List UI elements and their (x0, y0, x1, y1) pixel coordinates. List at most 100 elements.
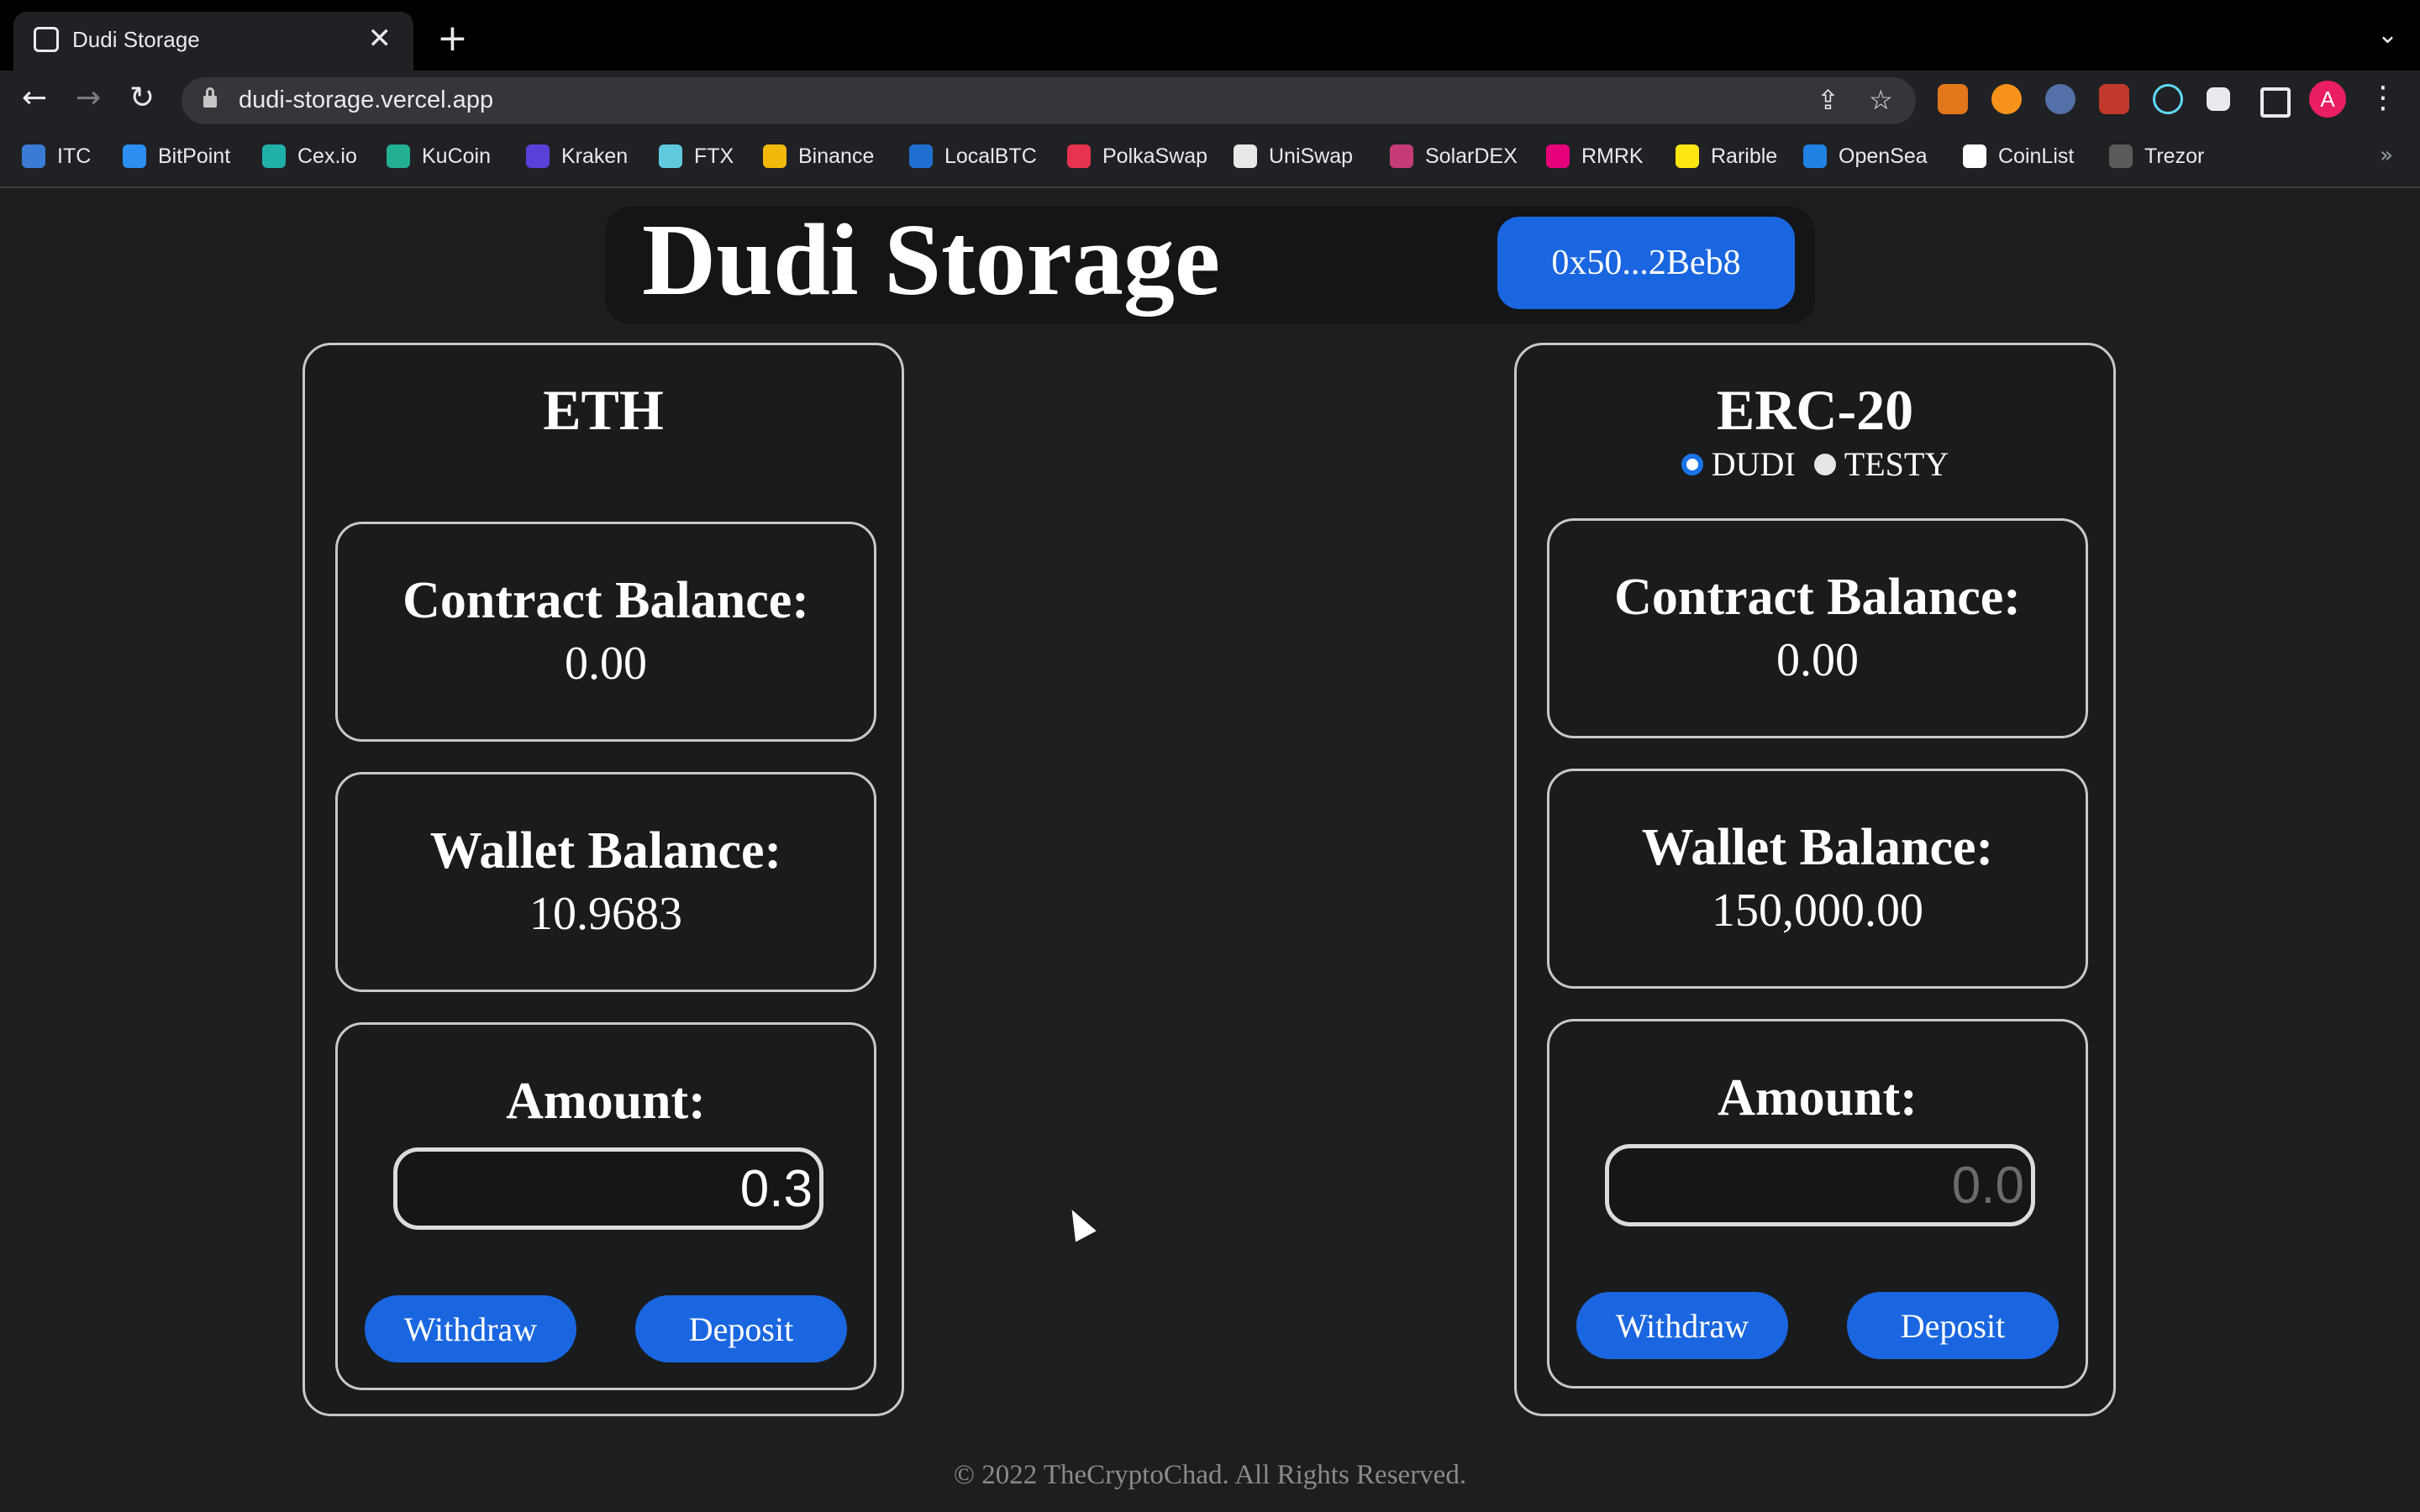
bookmark-label: KuCoin (422, 144, 491, 168)
eth-withdraw-button[interactable]: Withdraw (365, 1295, 576, 1362)
react-devtools-icon[interactable] (2153, 84, 2183, 114)
bookmark-label: RMRK (1581, 144, 1644, 168)
new-tab-icon[interactable]: + (437, 17, 468, 60)
bookmark-favicon-icon (659, 144, 682, 168)
bookmark-label: PolkaSwap (1102, 144, 1208, 168)
erc20-withdraw-button[interactable]: Withdraw (1576, 1292, 1788, 1359)
bookmark-label: UniSwap (1269, 144, 1354, 168)
bookmark-trezor[interactable]: Trezor (2109, 143, 2204, 170)
bookmark-label: Binance (798, 144, 875, 168)
erc20-panel: ERC-20 DUDI TESTY Contract Balance: 0.00… (1514, 343, 2116, 1416)
side-panel-icon[interactable] (2260, 87, 2291, 118)
dudi-radio[interactable] (1681, 453, 1703, 475)
bookmark-ftx[interactable]: FTX (659, 143, 734, 170)
wallet-balance-label: Wallet Balance: (1641, 819, 1994, 876)
bitcoin-extension-icon[interactable] (1991, 84, 2022, 114)
bookmark-label: Trezor (2144, 144, 2205, 168)
reload-icon[interactable]: ↻ (129, 81, 155, 115)
erc20-wallet-balance-value: 150,000.00 (1712, 885, 1923, 937)
bookmark-label: Cex.io (297, 144, 357, 168)
amount-label: Amount: (506, 1073, 706, 1130)
close-tab-icon[interactable]: ✕ (368, 22, 392, 55)
bookmark-opensea[interactable]: OpenSea (1803, 143, 1928, 170)
bookmark-favicon-icon (123, 144, 146, 168)
erc20-amount-card: Amount: Withdraw Deposit (1547, 1019, 2088, 1389)
bookmark-favicon-icon (2109, 144, 2133, 168)
eth-deposit-button[interactable]: Deposit (635, 1295, 847, 1362)
bookmark-binance[interactable]: Binance (763, 143, 874, 170)
bookmark-favicon-icon (526, 144, 550, 168)
wallet-extension-icon[interactable] (2045, 84, 2075, 114)
bookmark-label: ITC (57, 144, 92, 168)
tab-search-icon[interactable]: ⌄ (2377, 20, 2398, 50)
more-bookmarks-icon[interactable]: » (2380, 143, 2393, 168)
bookmark-favicon-icon (22, 144, 45, 168)
bookmark-itc[interactable]: ITC (22, 143, 91, 170)
forward-icon[interactable]: → (76, 81, 101, 115)
bookmark-favicon-icon (1067, 144, 1091, 168)
bookmark-coinlist[interactable]: CoinList (1963, 143, 2074, 170)
page-favicon-icon (34, 27, 59, 52)
footer-copyright: © 2022 TheCryptoChad. All Rights Reserve… (953, 1460, 1467, 1490)
bookmark-favicon-icon (387, 144, 410, 168)
amount-label: Amount: (1718, 1069, 1918, 1126)
eth-panel: ETH Contract Balance: 0.00 Wallet Balanc… (302, 343, 904, 1416)
bookmark-label: LocalBTC (944, 144, 1037, 168)
url-text[interactable]: dudi-storage.vercel.app (239, 87, 493, 114)
bookmark-label: CoinList (1998, 144, 2075, 168)
address-bar[interactable]: dudi-storage.vercel.app ⇪ ☆ (182, 77, 1916, 124)
bookmark-cex-io[interactable]: Cex.io (262, 143, 357, 170)
bookmark-favicon-icon (1390, 144, 1413, 168)
extensions-puzzle-icon[interactable] (2207, 87, 2230, 111)
browser-tab[interactable]: Dudi Storage ✕ (13, 12, 413, 71)
dudi-radio-label[interactable]: DUDI (1712, 444, 1796, 484)
bookmark-solardex[interactable]: SolarDEX (1390, 143, 1518, 170)
bookmark-rarible[interactable]: Rarible (1676, 143, 1777, 170)
bookmark-bitpoint[interactable]: BitPoint (123, 143, 230, 170)
erc20-contract-balance-card: Contract Balance: 0.00 (1547, 518, 2088, 738)
bookmark-favicon-icon (262, 144, 286, 168)
browser-menu-icon[interactable]: ⋮ (2368, 81, 2398, 115)
erc20-deposit-button[interactable]: Deposit (1847, 1292, 2059, 1359)
bookmark-label: Kraken (561, 144, 629, 168)
eth-wallet-balance-card: Wallet Balance: 10.9683 (335, 772, 876, 992)
share-icon[interactable]: ⇪ (1817, 84, 1839, 116)
eth-amount-input[interactable] (393, 1147, 823, 1230)
bookmark-kraken[interactable]: Kraken (526, 143, 628, 170)
bookmark-label: BitPoint (158, 144, 231, 168)
bookmark-favicon-icon (1676, 144, 1699, 168)
bookmark-label: FTX (694, 144, 734, 168)
app-extension-icon[interactable] (2099, 84, 2129, 114)
testy-radio[interactable] (1813, 453, 1836, 475)
bookmark-favicon-icon (1234, 144, 1257, 168)
bookmark-localbtc[interactable]: LocalBTC (909, 143, 1037, 170)
eth-amount-card: Amount: Withdraw Deposit (335, 1022, 876, 1390)
bookmark-label: OpenSea (1839, 144, 1928, 168)
bookmark-label: SolarDEX (1425, 144, 1518, 168)
tab-title: Dudi Storage (72, 27, 200, 52)
metamask-extension-icon[interactable] (1938, 84, 1968, 114)
back-icon[interactable]: ← (22, 81, 47, 115)
erc20-wallet-balance-card: Wallet Balance: 150,000.00 (1547, 769, 2088, 989)
wallet-balance-label: Wallet Balance: (429, 822, 782, 879)
eth-contract-balance-card: Contract Balance: 0.00 (335, 522, 876, 742)
wallet-address-button[interactable]: 0x50...2Beb8 (1497, 217, 1795, 309)
erc20-contract-balance-value: 0.00 (1776, 634, 1859, 686)
lock-icon[interactable] (203, 87, 217, 108)
erc20-panel-title: ERC-20 (1716, 378, 1914, 442)
bookmark-star-icon[interactable]: ☆ (1869, 84, 1893, 116)
testy-radio-label[interactable]: TESTY (1844, 444, 1949, 484)
bookmark-polkaswap[interactable]: PolkaSwap (1067, 143, 1207, 170)
bookmark-favicon-icon (1546, 144, 1570, 168)
eth-wallet-balance-value: 10.9683 (529, 888, 682, 940)
bookmark-rmrk[interactable]: RMRK (1546, 143, 1644, 170)
eth-contract-balance-value: 0.00 (565, 638, 647, 690)
mouse-cursor-icon (1061, 1204, 1097, 1242)
eth-panel-title: ETH (543, 378, 664, 442)
contract-balance-label: Contract Balance: (1614, 569, 2021, 626)
bookmark-kucoin[interactable]: KuCoin (387, 143, 491, 170)
token-selector: DUDI TESTY (1517, 444, 2113, 484)
profile-avatar[interactable]: A (2309, 81, 2346, 118)
erc20-amount-input[interactable] (1605, 1144, 2035, 1226)
bookmark-uniswap[interactable]: UniSwap (1234, 143, 1353, 170)
